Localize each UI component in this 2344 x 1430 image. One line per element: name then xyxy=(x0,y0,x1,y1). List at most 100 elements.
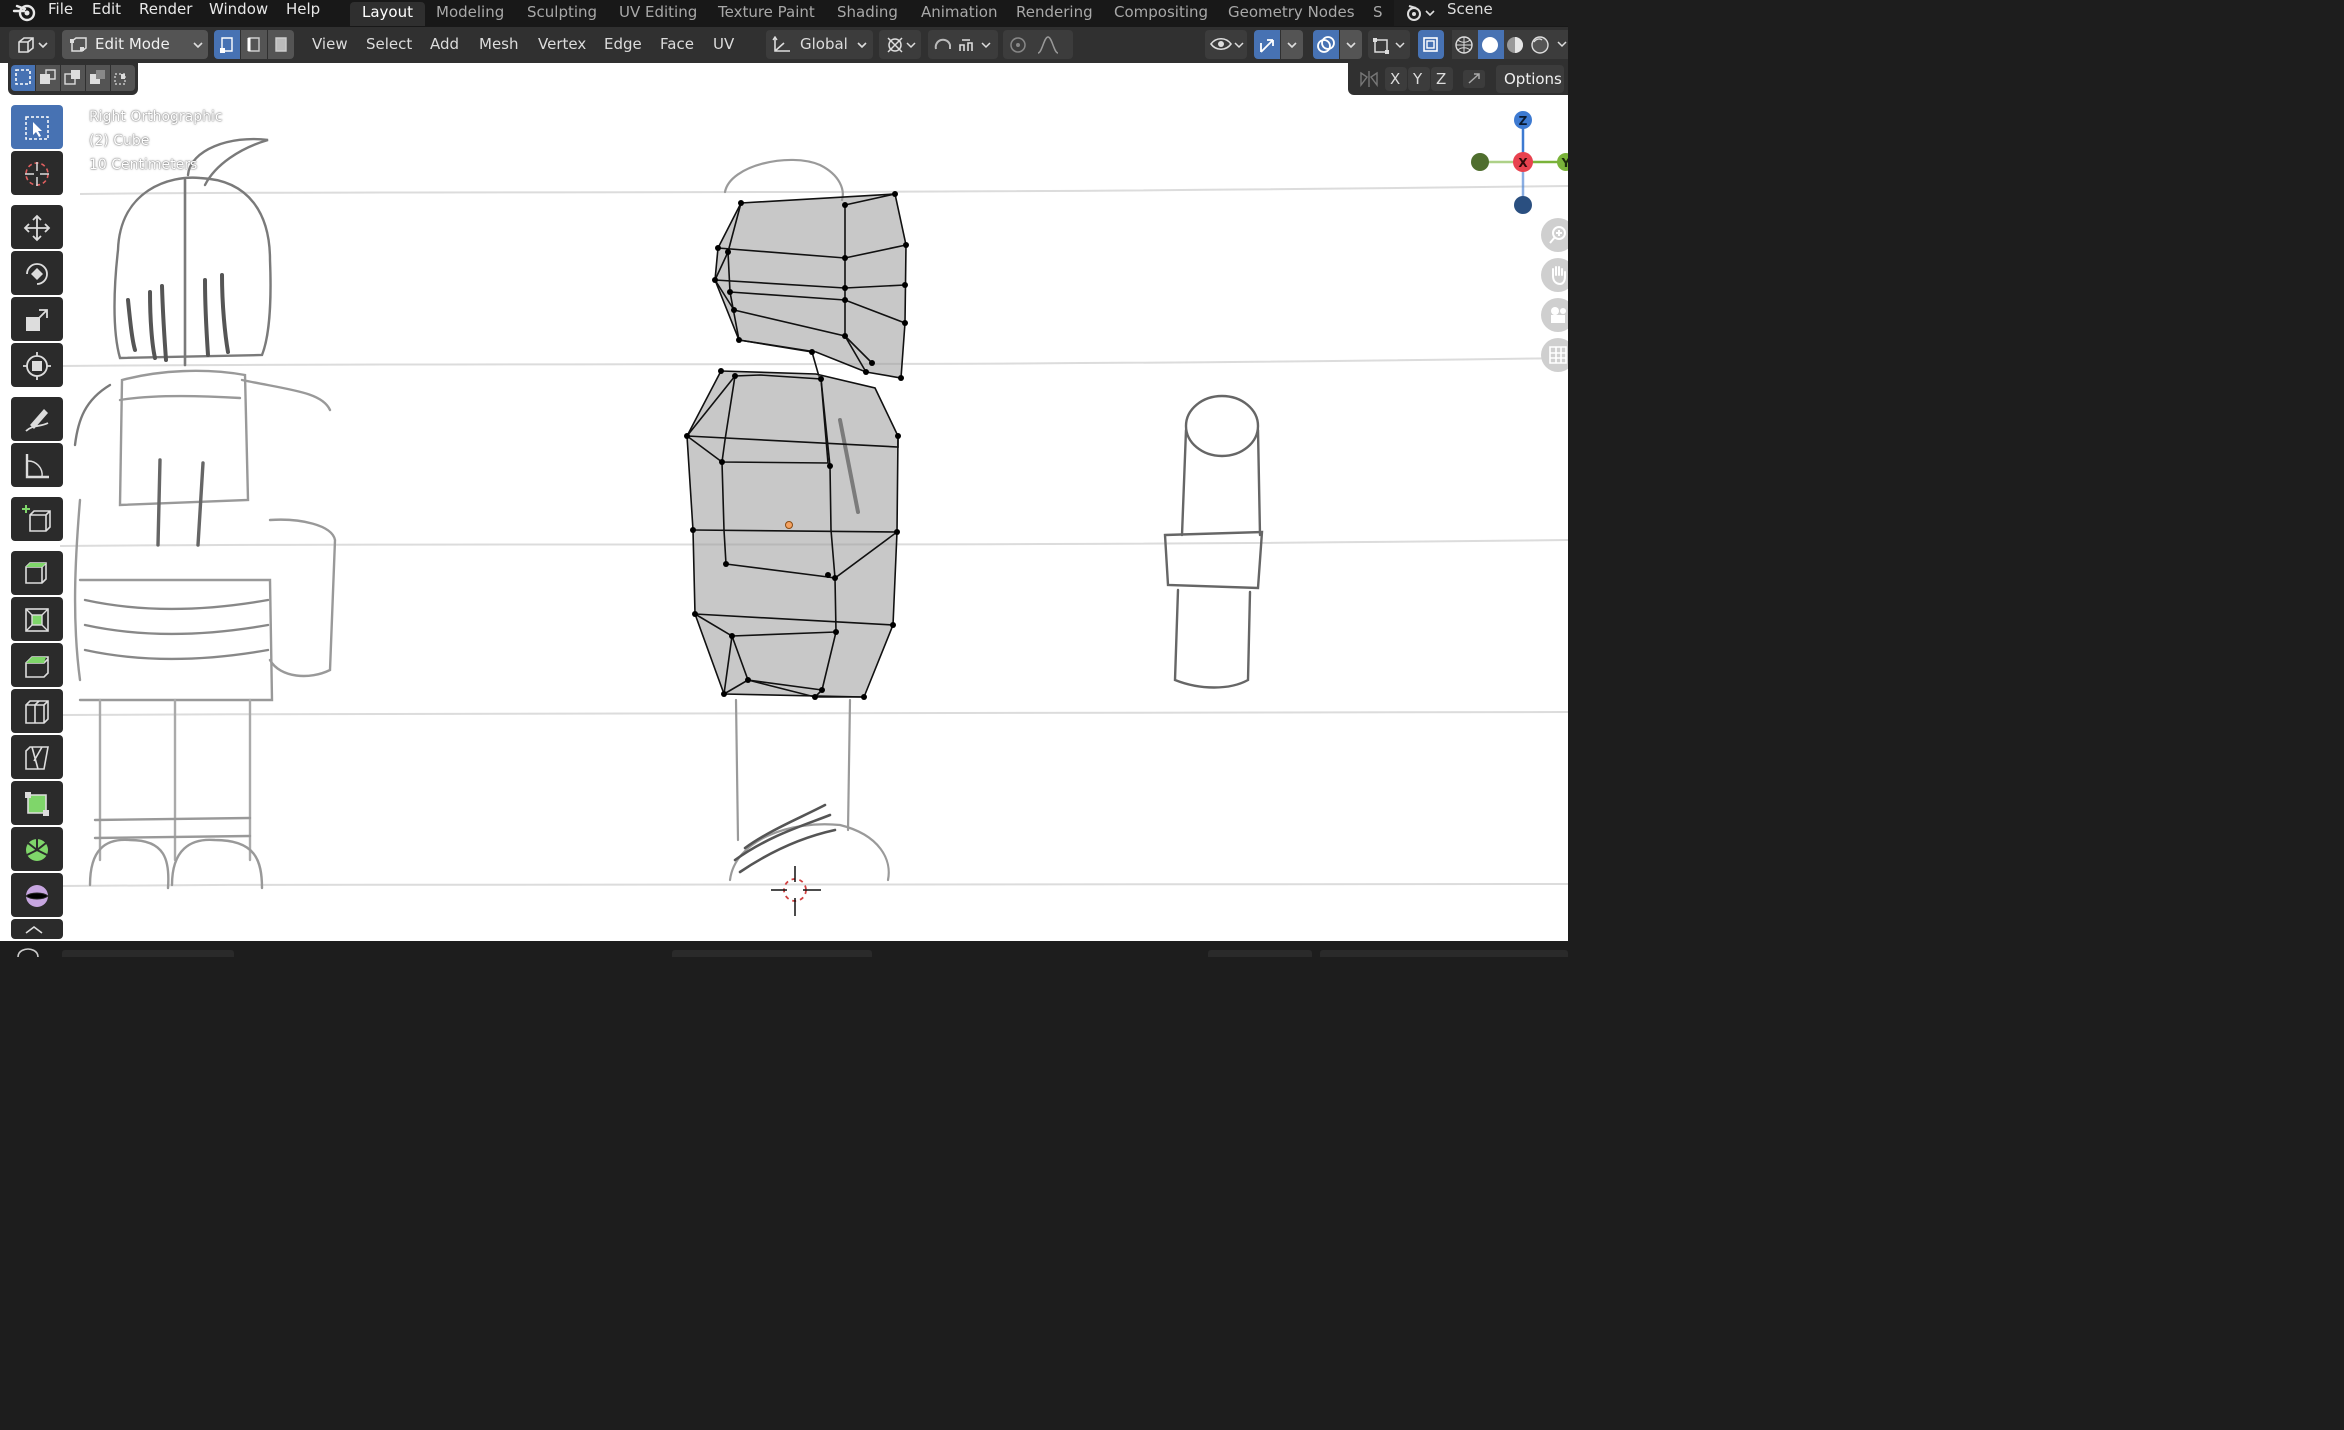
tool-extrude-region[interactable] xyxy=(11,551,63,595)
menu-file[interactable]: File xyxy=(48,0,73,27)
tool-move[interactable] xyxy=(11,205,63,249)
tab-texture-paint[interactable]: Texture Paint xyxy=(706,2,827,26)
tab-layout[interactable]: Layout xyxy=(350,2,425,26)
tab-shading[interactable]: Shading xyxy=(825,2,910,26)
tool-spin[interactable] xyxy=(11,827,63,871)
select-box-icon xyxy=(25,116,49,140)
tool-rotate[interactable] xyxy=(11,251,63,295)
select-new-icon xyxy=(15,69,31,85)
menu-window[interactable]: Window xyxy=(209,0,268,27)
blender-logo-icon[interactable] xyxy=(12,1,38,25)
add-cube-icon xyxy=(22,505,51,532)
hand-icon xyxy=(1552,266,1566,286)
select-intersect-button[interactable] xyxy=(111,65,135,91)
vertex-select-button[interactable] xyxy=(214,30,240,59)
menu-mesh[interactable]: Mesh xyxy=(479,36,519,52)
tool-cursor[interactable] xyxy=(11,151,63,195)
select-extend-button[interactable] xyxy=(36,65,60,91)
xray-toggle-button[interactable] xyxy=(1418,30,1444,59)
shading-icons xyxy=(1452,30,1567,59)
mirror-z-button[interactable]: Z xyxy=(1431,67,1453,91)
transform-orientation-dropdown[interactable]: Global xyxy=(766,30,873,59)
chevron-down-icon xyxy=(193,42,203,49)
menu-select[interactable]: Select xyxy=(366,36,412,52)
edge-select-button[interactable] xyxy=(241,30,267,59)
tool-scale[interactable] xyxy=(11,297,63,341)
tool-smooth[interactable] xyxy=(11,873,63,917)
tool-inset-faces[interactable] xyxy=(11,597,63,641)
cursor-icon xyxy=(25,162,49,186)
3d-viewport[interactable]: Right Orthographic (2) Cube 10 Centimete… xyxy=(0,63,1568,941)
menu-render[interactable]: Render xyxy=(139,0,192,27)
face-select-button[interactable] xyxy=(268,30,294,59)
mirror-y-label: Y xyxy=(1413,70,1423,88)
menu-view[interactable]: View xyxy=(312,36,348,52)
tab-geometry-nodes[interactable]: Geometry Nodes xyxy=(1216,2,1367,26)
overlays-icon xyxy=(1317,36,1335,53)
tool-annotate[interactable] xyxy=(11,397,63,441)
tool-measure[interactable] xyxy=(11,443,63,487)
navigation-gizmo[interactable]: Z X Y xyxy=(1466,107,1568,217)
zoom-button[interactable] xyxy=(1541,218,1568,252)
gizmo-toggle-button[interactable] xyxy=(1254,30,1280,59)
snapping-group[interactable] xyxy=(928,30,998,59)
perspective-toggle-button[interactable] xyxy=(1541,338,1568,372)
tab-modeling[interactable]: Modeling xyxy=(424,2,516,26)
camera-view-button[interactable] xyxy=(1541,298,1568,332)
tool-add-cube[interactable] xyxy=(11,497,63,541)
menu-edge[interactable]: Edge xyxy=(604,36,642,52)
menu-help[interactable]: Help xyxy=(286,0,320,27)
mesh-edit-overlays-dropdown[interactable] xyxy=(1368,30,1410,59)
menu-edit[interactable]: Edit xyxy=(92,0,121,27)
select-subtract-button[interactable] xyxy=(61,65,85,91)
tool-transform[interactable] xyxy=(11,343,63,387)
proportional-editing-group[interactable] xyxy=(1003,30,1073,59)
vertex-select-icon xyxy=(220,37,233,53)
options-dropdown[interactable]: Options xyxy=(1496,65,1564,93)
overlays-toggle-button[interactable] xyxy=(1313,30,1339,59)
visibility-dropdown[interactable] xyxy=(1205,30,1247,59)
menu-uv[interactable]: UV xyxy=(713,36,734,52)
mirror-x-button[interactable]: X xyxy=(1385,67,1407,91)
tool-shrink-fatten[interactable] xyxy=(11,919,63,939)
xray-icon xyxy=(1423,37,1438,52)
tab-animation[interactable]: Animation xyxy=(909,2,1009,26)
tool-knife[interactable] xyxy=(11,735,63,779)
editor-type-button[interactable] xyxy=(9,30,55,59)
mode-dropdown[interactable]: Edit Mode xyxy=(62,30,208,59)
pivot-point-dropdown[interactable] xyxy=(879,30,921,59)
gizmo-dropdown[interactable] xyxy=(1281,30,1303,59)
auto-merge-icon[interactable] xyxy=(1461,68,1487,90)
tool-loop-cut[interactable] xyxy=(11,689,63,733)
tab-rendering[interactable]: Rendering xyxy=(1004,2,1105,26)
mirror-y-button[interactable]: Y xyxy=(1408,67,1430,91)
select-invert-button[interactable] xyxy=(86,65,110,91)
overlays-dropdown[interactable] xyxy=(1340,30,1362,59)
menu-face[interactable]: Face xyxy=(660,36,694,52)
tab-uv-editing[interactable]: UV Editing xyxy=(607,2,709,26)
tool-poly-build[interactable] xyxy=(11,781,63,825)
tab-sculpting[interactable]: Sculpting xyxy=(515,2,609,26)
loop-cut-icon xyxy=(25,700,49,724)
edit-mode-icon xyxy=(70,37,87,52)
tool-select-box[interactable] xyxy=(11,105,63,149)
orientation-global-icon xyxy=(772,36,790,52)
menu-vertex[interactable]: Vertex xyxy=(538,36,586,52)
gizmo-y-label: Y xyxy=(1561,156,1568,170)
chevron-down-icon xyxy=(1287,42,1297,49)
bevel-icon xyxy=(25,656,49,678)
tab-compositing[interactable]: Compositing xyxy=(1102,2,1220,26)
pan-button[interactable] xyxy=(1541,258,1568,292)
scene-selector[interactable]: Scene xyxy=(1394,0,1568,26)
edge-select-icon xyxy=(247,37,260,52)
select-new-button[interactable] xyxy=(11,65,35,91)
shading-mode-group[interactable] xyxy=(1452,30,1568,59)
chevron-down-icon xyxy=(857,42,867,49)
tool-bevel[interactable] xyxy=(11,643,63,687)
mirror-butterfly-icon[interactable] xyxy=(1358,69,1380,89)
scene-icon xyxy=(1407,5,1435,21)
mirror-options-bar: X Y Z Options xyxy=(1348,63,1568,95)
menu-add[interactable]: Add xyxy=(430,36,459,52)
tab-scripting[interactable]: S xyxy=(1361,2,1395,26)
chevron-down-icon xyxy=(1346,42,1356,49)
